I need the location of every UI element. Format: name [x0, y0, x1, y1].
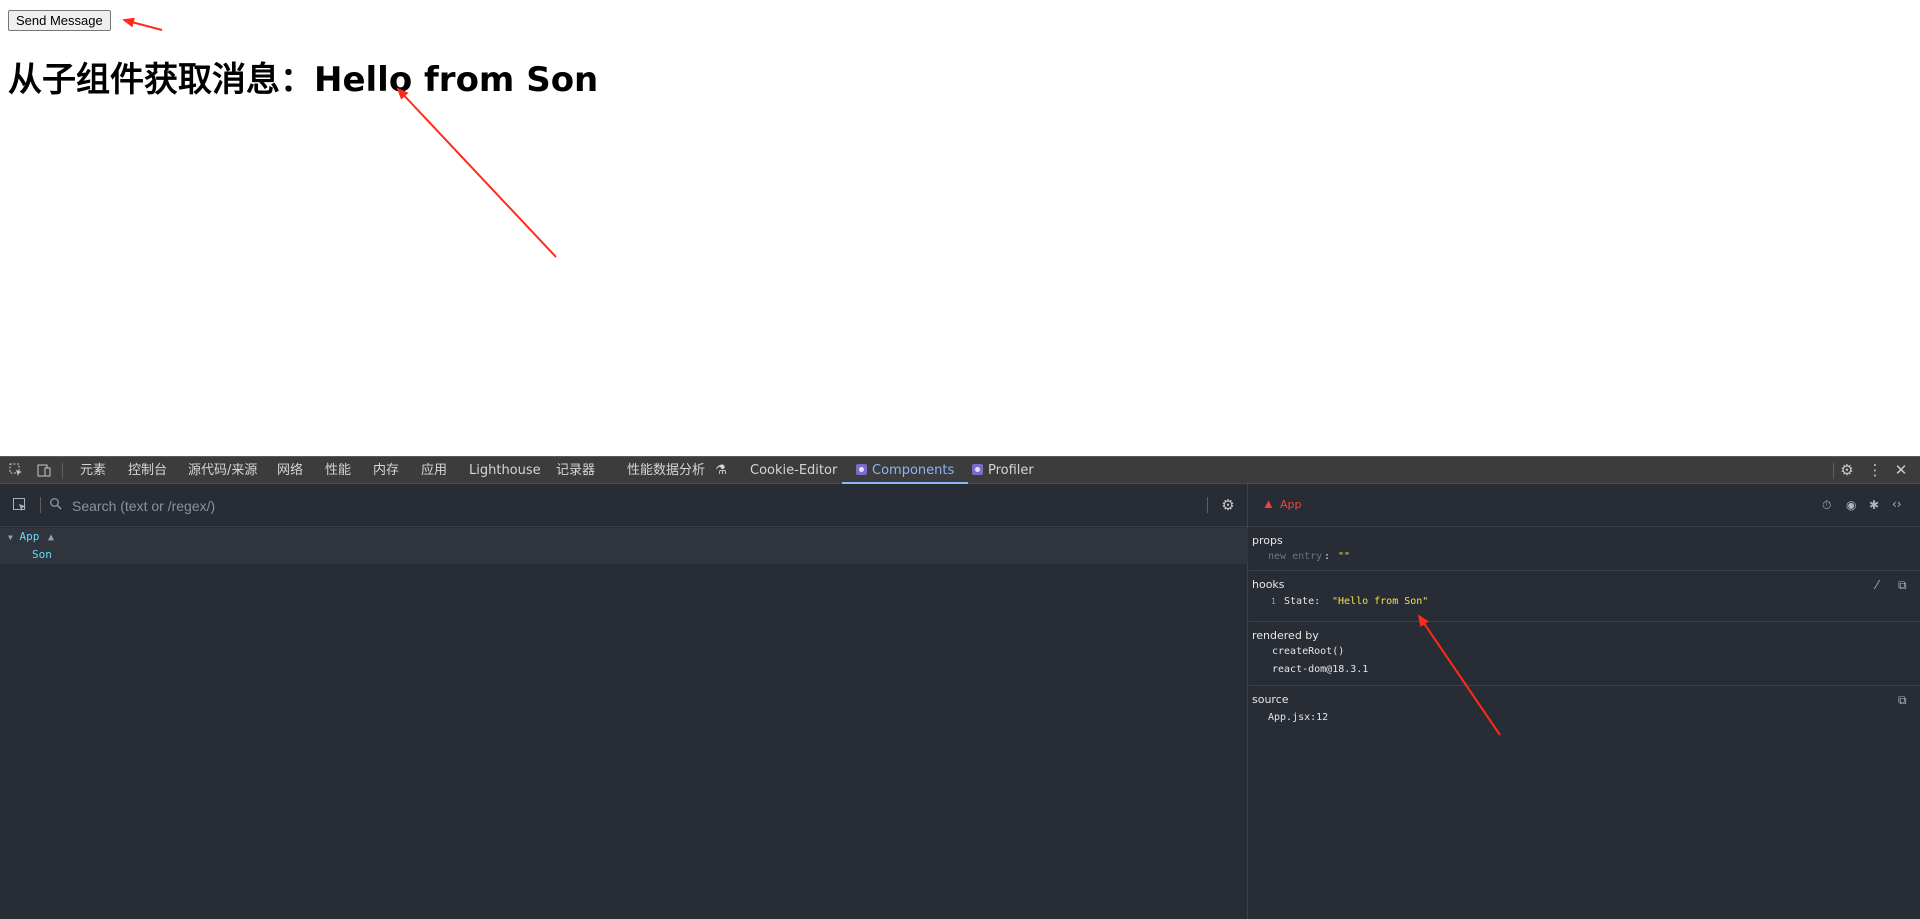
hook-name: State: [1284, 596, 1321, 607]
view-source-icon[interactable]: ‹› [1892, 497, 1902, 511]
props-colon: : [1324, 551, 1331, 562]
inspect-element-icon[interactable] [8, 462, 24, 478]
tab-performance-insights[interactable]: 性能数据分析 ⚗ [627, 457, 727, 484]
tab-memory[interactable]: 内存 [373, 457, 399, 484]
search-separator [40, 497, 41, 513]
component-search-input[interactable] [72, 497, 872, 515]
tab-network[interactable]: 网络 [277, 457, 303, 484]
page-viewport: Send Message 从子组件获取消息：Hello from Son [0, 0, 1920, 456]
tab-cookie-editor[interactable]: Cookie-Editor [750, 457, 837, 484]
tab-profiler-label: Profiler [988, 463, 1034, 478]
hook-state-value[interactable]: "Hello from Son" [1332, 596, 1428, 607]
tab-application[interactable]: 应用 [421, 457, 447, 484]
tree-item-app[interactable]: ▼ App ▲ [0, 528, 1248, 546]
tab-performance-insights-label: 性能数据分析 [627, 463, 706, 478]
inspected-component-name: App [1280, 498, 1302, 511]
tab-recorder[interactable]: 记录器 [556, 457, 595, 484]
tab-sources[interactable]: 源代码/来源 [188, 457, 257, 484]
props-section: props new entry : "" [1249, 528, 1920, 571]
tree-item-label: Son [32, 548, 52, 561]
rendered-by-item[interactable]: react-dom@18.3.1 [1272, 664, 1368, 675]
error-warning-icon: ▲ [1262, 496, 1275, 511]
flask-icon: ⚗ [715, 463, 727, 478]
page-heading: 从子组件获取消息：Hello from Son [8, 60, 599, 100]
components-settings-gear-icon[interactable]: ⚙ [1220, 497, 1236, 513]
devtools-tab-bar: 元素 控制台 源代码/来源 网络 性能 内存 应用 Lighthouse 记录器… [0, 456, 1920, 484]
tab-lighthouse[interactable]: Lighthouse [469, 457, 541, 484]
rendered-by-section: rendered by createRoot() react-dom@18.3.… [1249, 623, 1920, 686]
source-title: source [1252, 693, 1289, 706]
tab-elements[interactable]: 元素 [80, 457, 106, 484]
tree-item-label: App [19, 530, 40, 543]
bug-icon[interactable]: ✱ [1869, 498, 1879, 512]
devtools-panel: 元素 控制台 源代码/来源 网络 性能 内存 应用 Lighthouse 记录器… [0, 456, 1920, 919]
eye-icon[interactable]: ◉ [1846, 498, 1856, 512]
close-icon[interactable]: ✕ [1893, 462, 1909, 478]
expand-caret-icon[interactable]: ▼ [8, 533, 13, 542]
props-title: props [1252, 534, 1283, 547]
search-icon [48, 497, 64, 513]
select-component-icon[interactable] [12, 497, 28, 513]
tab-performance[interactable]: 性能 [325, 457, 351, 484]
hooks-title: hooks [1252, 578, 1285, 591]
hooks-section: hooks ⁄ ⧉ 1 State: "Hello from Son" [1249, 572, 1920, 622]
copy-icon[interactable]: ⧉ [1898, 578, 1907, 592]
hook-index: 1 [1271, 597, 1276, 606]
component-tree: ▼ App ▲ Son [0, 528, 1248, 564]
rendered-by-item[interactable]: createRoot() [1272, 646, 1344, 657]
tab-console[interactable]: 控制台 [128, 457, 167, 484]
inspector-header: ▲ App ⏱ ◉ ✱ ‹› [1249, 484, 1920, 527]
send-message-button[interactable]: Send Message [8, 10, 111, 31]
stopwatch-icon[interactable]: ⏱ [1822, 498, 1831, 512]
more-vertical-icon[interactable]: ⋮ [1867, 462, 1883, 478]
search-separator [1207, 497, 1208, 513]
components-tree-panel: ⚙ ▼ App ▲ Son [0, 484, 1248, 919]
tab-separator [62, 463, 63, 479]
search-row: ⚙ [0, 484, 1248, 527]
component-inspector: ▲ App ⏱ ◉ ✱ ‹› props new entry : "" hook… [1249, 484, 1920, 919]
copy-icon[interactable]: ⧉ [1898, 693, 1907, 707]
source-file-link[interactable]: App.jsx:12 [1268, 712, 1328, 723]
magic-wand-icon[interactable]: ⁄ [1876, 578, 1878, 592]
react-logo-icon [856, 464, 867, 475]
tree-item-son[interactable]: Son [0, 546, 1248, 564]
gear-icon[interactable]: ⚙ [1839, 462, 1855, 478]
tab-separator [1833, 463, 1834, 479]
tab-components-label: Components [872, 463, 955, 478]
rendered-by-title: rendered by [1252, 629, 1319, 642]
react-logo-icon [972, 464, 983, 475]
device-toolbar-icon[interactable] [36, 462, 52, 478]
tab-components[interactable]: Components [842, 457, 969, 484]
warning-icon: ▲ [47, 532, 54, 543]
tab-profiler[interactable]: Profiler [972, 457, 1034, 484]
new-entry-value[interactable]: "" [1338, 551, 1350, 562]
new-entry-label[interactable]: new entry [1268, 551, 1322, 562]
source-section: source ⧉ App.jsx:12 [1249, 687, 1920, 735]
